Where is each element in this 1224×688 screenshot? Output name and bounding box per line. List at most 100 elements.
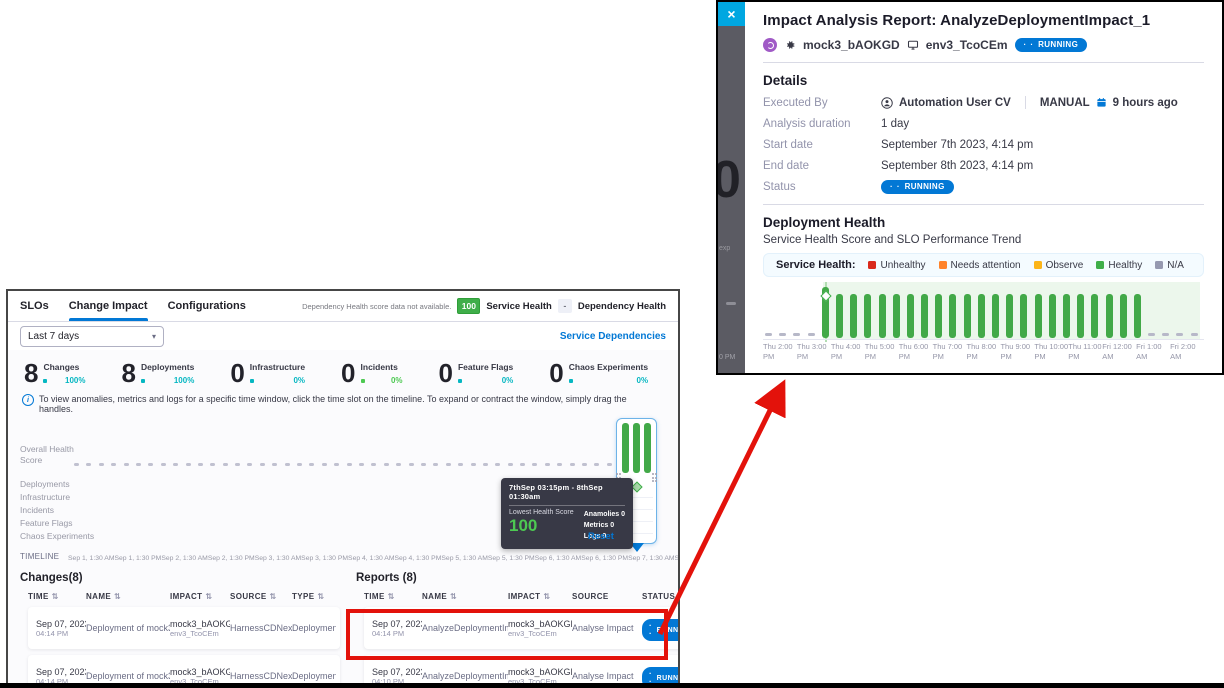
timeline-slot[interactable] [371,463,376,466]
service-dependencies-link[interactable]: Service Dependencies [560,331,666,342]
na-dash[interactable] [1191,333,1198,336]
reset-button[interactable]: Reset [588,531,614,542]
timeline-slot[interactable] [570,463,575,466]
na-dash[interactable] [1162,333,1169,336]
column-header-source[interactable]: SOURCE⇅ [230,592,292,601]
timeline-slot[interactable] [161,463,166,466]
health-bar[interactable] [1120,294,1127,338]
timeline-slot[interactable] [235,463,240,466]
timeline-slot[interactable] [607,463,612,466]
sort-icon[interactable]: ⇅ [450,592,457,601]
timeline-slot[interactable] [260,463,265,466]
timeline-slot[interactable] [148,463,153,466]
time-range-select[interactable]: Last 7 days ▾ [20,326,164,347]
column-header-source[interactable]: SOURCE [572,592,642,601]
health-bar[interactable] [978,294,985,338]
timeline-slot[interactable] [384,463,389,466]
timeline-slot[interactable] [594,463,599,466]
timeline-slot[interactable] [74,463,79,466]
timeline-slot[interactable] [483,463,488,466]
na-dash[interactable] [779,333,786,336]
sort-icon[interactable]: ⇅ [318,592,325,601]
column-header-impact[interactable]: IMPACT⇅ [508,592,572,601]
timeline-slot[interactable] [285,463,290,466]
timeline-slot[interactable] [334,463,339,466]
timeline-slot[interactable] [347,463,352,466]
column-header-time[interactable]: TIME⇅ [364,592,422,601]
column-header-time[interactable]: TIME⇅ [28,592,86,601]
health-bar[interactable] [992,294,999,338]
timeline-slot[interactable] [532,463,537,466]
column-header-name[interactable]: NAME⇅ [86,592,170,601]
timeline-slot[interactable] [471,463,476,466]
table-row[interactable]: Sep 07, 202304:14 PMAnalyzeDeploymentIm.… [364,607,680,649]
health-bar[interactable] [1063,294,1070,338]
column-header-name[interactable]: NAME⇅ [422,592,508,601]
health-bar[interactable] [1077,294,1084,338]
health-bar[interactable] [921,294,928,338]
sort-icon[interactable]: ⇅ [270,592,277,601]
tab-slos[interactable]: SLOs [20,291,49,321]
timeline-slot[interactable] [297,463,302,466]
na-dash[interactable] [793,333,800,336]
na-dash[interactable] [808,333,815,336]
na-dash[interactable] [765,333,772,336]
timeline-slot[interactable] [86,463,91,466]
health-bar[interactable] [1035,294,1042,338]
health-bar[interactable] [1006,294,1013,338]
health-bar[interactable] [964,294,971,338]
timeline-slot[interactable] [421,463,426,466]
sort-icon[interactable]: ⇅ [543,592,550,601]
table-row[interactable]: Sep 07, 202304:14 PMDeployment of mock3_… [28,607,340,649]
timeline-slot[interactable] [111,463,116,466]
health-bar[interactable] [1106,294,1113,338]
tab-change-impact[interactable]: Change Impact [69,291,148,321]
health-bar[interactable] [836,294,843,338]
health-bar[interactable] [1020,294,1027,338]
sort-icon[interactable]: ⇅ [678,592,680,601]
timeline-slot[interactable] [322,463,327,466]
timeline-slot[interactable] [557,463,562,466]
na-dash[interactable] [1176,333,1183,336]
timeline-slot[interactable] [186,463,191,466]
health-bar[interactable] [1091,294,1098,338]
health-bar[interactable] [893,294,900,338]
timeline-slot[interactable] [99,463,104,466]
timeline-slot[interactable] [247,463,252,466]
health-bar[interactable] [1134,294,1141,338]
drag-handle-right[interactable] [651,471,658,484]
timeline-slot[interactable] [210,463,215,466]
close-icon[interactable]: × [718,2,745,26]
timeline-slot[interactable] [136,463,141,466]
timeline-slot[interactable] [223,463,228,466]
health-bar[interactable] [850,294,857,338]
timeline-slot[interactable] [545,463,550,466]
sort-icon[interactable]: ⇅ [114,592,121,601]
timeline-slot[interactable] [409,463,414,466]
timeline-slot[interactable] [359,463,364,466]
timeline-slot[interactable] [309,463,314,466]
health-bar[interactable] [1049,294,1056,338]
timeline-slot[interactable] [272,463,277,466]
timeline-slot[interactable] [508,463,513,466]
timeline-slot[interactable] [446,463,451,466]
timeline-slot[interactable] [173,463,178,466]
timeline-slot[interactable] [495,463,500,466]
timeline-slot[interactable] [396,463,401,466]
sort-icon[interactable]: ⇅ [388,592,395,601]
sort-icon[interactable]: ⇅ [205,592,212,601]
timeline-slot[interactable] [433,463,438,466]
health-bar[interactable] [935,294,942,338]
sort-icon[interactable]: ⇅ [52,592,59,601]
tab-configurations[interactable]: Configurations [168,291,246,321]
health-bar[interactable] [864,294,871,338]
timeline-slot[interactable] [198,463,203,466]
health-bar[interactable] [879,294,886,338]
timeline-slot[interactable] [520,463,525,466]
na-dash[interactable] [1148,333,1155,336]
timeline-slot[interactable] [458,463,463,466]
timeline-slot[interactable] [582,463,587,466]
column-header-type[interactable]: TYPE⇅ [292,592,340,601]
column-header-impact[interactable]: IMPACT⇅ [170,592,230,601]
health-bar[interactable] [907,294,914,338]
